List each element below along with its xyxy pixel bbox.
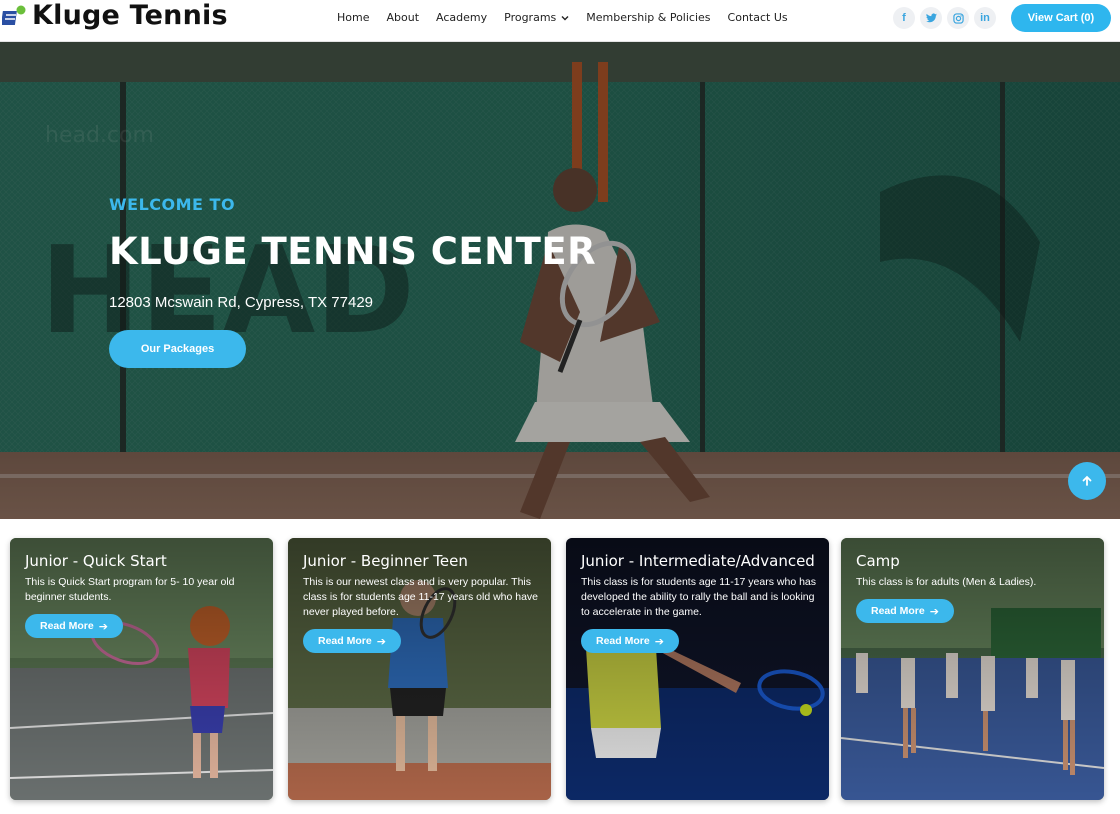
logo-icon	[2, 5, 26, 25]
nav-membership[interactable]: Membership & Policies	[586, 11, 710, 24]
card-title: Camp	[856, 552, 900, 570]
card-text: This is Quick Start program for 5- 10 ye…	[25, 576, 235, 603]
read-more-label: Read More	[318, 635, 372, 647]
program-card-camp[interactable]: Camp This class is for adults (Men & Lad…	[841, 538, 1104, 800]
linkedin-icon[interactable]: in	[974, 7, 996, 29]
arrow-up-icon	[1082, 475, 1092, 486]
instagram-icon[interactable]	[947, 7, 969, 29]
read-more-button[interactable]: Read More ➔	[303, 629, 401, 653]
nav-programs-label: Programs	[504, 11, 557, 24]
card-text: This is our newest class and is very pop…	[303, 576, 539, 618]
card-content: Junior - Intermediate/Advanced This clas…	[581, 552, 817, 653]
card-title: Junior - Beginner Teen	[303, 552, 468, 570]
card-content: Junior - Quick Start This is Quick Start…	[25, 552, 261, 638]
program-card-quick-start[interactable]: Junior - Quick Start This is Quick Start…	[10, 538, 273, 800]
card-content: Junior - Beginner Teen This is our newes…	[303, 552, 539, 653]
hero-welcome: WELCOME TO	[109, 195, 236, 214]
arrow-right-icon: ➔	[654, 635, 664, 648]
logo[interactable]: Kluge Tennis	[2, 2, 228, 30]
nav-programs[interactable]: Programs	[504, 11, 569, 24]
hero-title: KLUGE TENNIS CENTER	[109, 230, 597, 273]
read-more-label: Read More	[40, 620, 94, 632]
card-text: This class is for students age 11-17 yea…	[581, 576, 817, 618]
scroll-to-top-button[interactable]	[1068, 462, 1106, 500]
card-text: This class is for adults (Men & Ladies).	[856, 576, 1037, 588]
hero-address: 12803 Mcswain Rd, Cypress, TX 77429	[109, 294, 374, 311]
read-more-button[interactable]: Read More ➔	[25, 614, 123, 638]
hero-overlay	[0, 42, 1120, 519]
instagram-glyph	[952, 12, 964, 24]
our-packages-button[interactable]: Our Packages	[109, 330, 246, 368]
program-card-intermediate-advanced[interactable]: Junior - Intermediate/Advanced This clas…	[566, 538, 829, 800]
hero-banner: HEAD head.com WELCOME TO KLUGE TENNIS CE…	[0, 42, 1120, 519]
site-header: Kluge Tennis Home About Academy Programs…	[0, 0, 1120, 42]
brand-name: Kluge Tennis	[32, 0, 228, 31]
program-card-beginner-teen[interactable]: Junior - Beginner Teen This is our newes…	[288, 538, 551, 800]
read-more-label: Read More	[871, 605, 925, 617]
twitter-icon[interactable]	[920, 7, 942, 29]
arrow-right-icon: ➔	[929, 605, 939, 618]
card-title: Junior - Quick Start	[25, 552, 167, 570]
facebook-icon[interactable]: f	[893, 7, 915, 29]
arrow-right-icon: ➔	[376, 635, 386, 648]
read-more-button[interactable]: Read More ➔	[856, 599, 954, 623]
read-more-button[interactable]: Read More ➔	[581, 629, 679, 653]
nav-academy[interactable]: Academy	[436, 11, 487, 24]
read-more-label: Read More	[596, 635, 650, 647]
social-links: f in	[893, 7, 996, 29]
main-nav: Home About Academy Programs Membership &…	[337, 11, 805, 24]
chevron-down-icon	[561, 15, 569, 20]
view-cart-button[interactable]: View Cart (0)	[1011, 4, 1111, 32]
twitter-bird-glyph	[925, 13, 937, 23]
card-title: Junior - Intermediate/Advanced	[581, 552, 815, 570]
nav-about[interactable]: About	[386, 11, 419, 24]
card-content: Camp This class is for adults (Men & Lad…	[856, 552, 1092, 623]
arrow-right-icon: ➔	[98, 620, 108, 633]
nav-home[interactable]: Home	[337, 11, 369, 24]
nav-contact[interactable]: Contact Us	[728, 11, 788, 24]
